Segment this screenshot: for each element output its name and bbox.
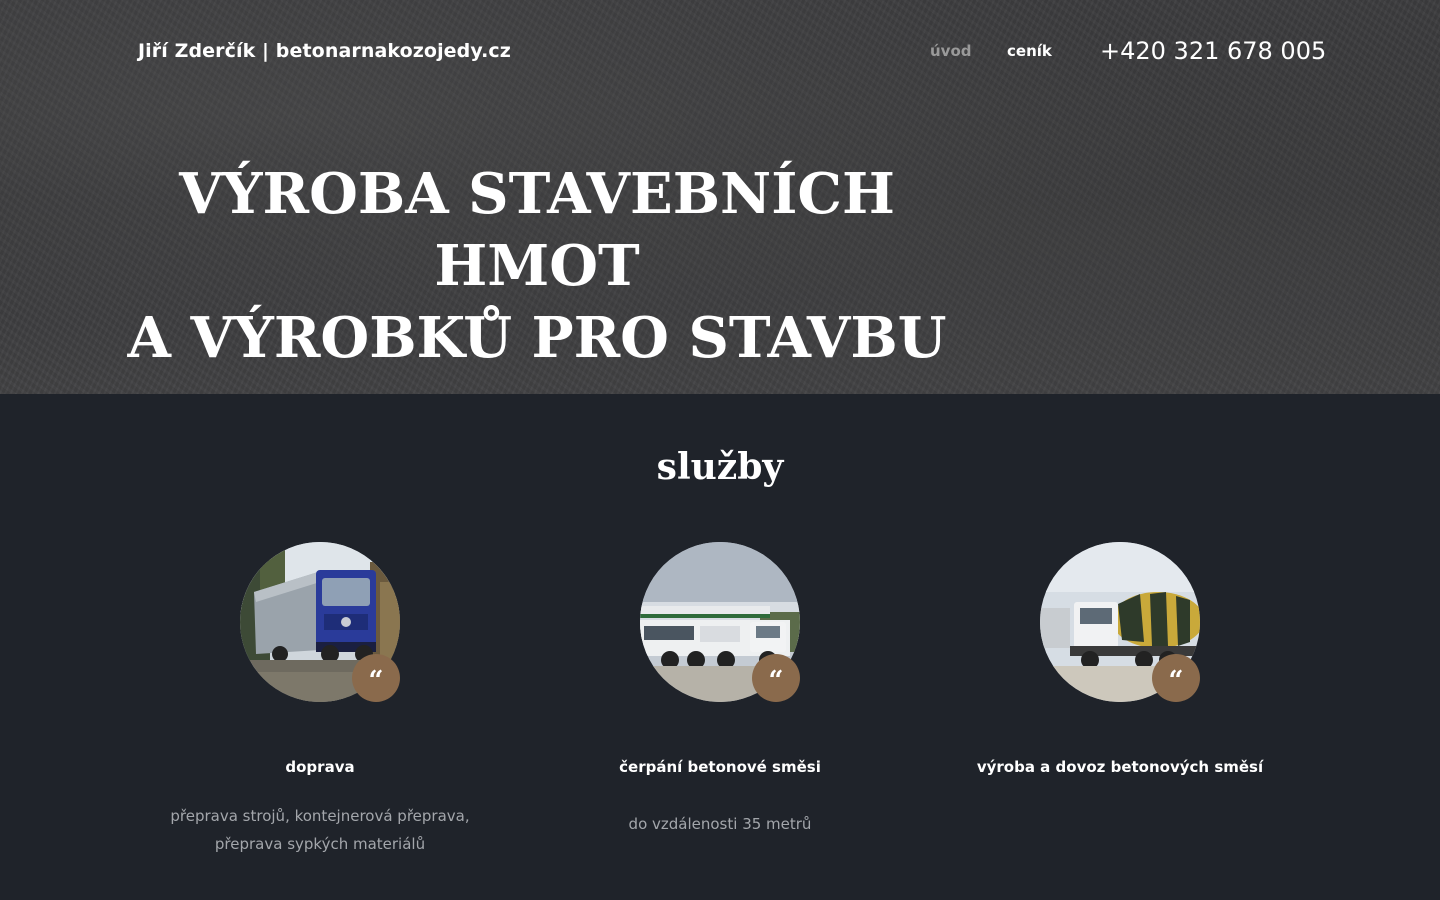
service-title: doprava bbox=[285, 758, 355, 776]
nav-item-uvod[interactable]: úvod bbox=[930, 42, 972, 60]
service-description: přeprava strojů, kontejnerová přeprava, … bbox=[170, 807, 470, 853]
service-description: do vzdálenosti 35 metrů bbox=[628, 815, 812, 833]
phone-number[interactable]: +420 321 678 005 bbox=[1100, 37, 1326, 65]
hero-section: Jiří Zderčík | betonarnakozojedy.cz úvod… bbox=[0, 0, 1440, 394]
quote-icon: “ bbox=[352, 654, 400, 702]
quote-icon: “ bbox=[752, 654, 800, 702]
service-title: výroba a dovoz betonových směsí bbox=[976, 758, 1264, 776]
hero-title-line-2: A VÝROBKŮ PRO STAVBU bbox=[127, 305, 947, 371]
service-title: čerpání betonové směsi bbox=[619, 758, 821, 776]
quote-icon: “ bbox=[1152, 654, 1200, 702]
nav-item-cenik[interactable]: ceník bbox=[1007, 42, 1052, 60]
service-card-cerpani: “ čerpání betonové směsi do vzdálenosti … bbox=[520, 542, 920, 882]
hero-title: VÝROBA STAVEBNÍCH HMOT A VÝROBKŮ PRO STA… bbox=[120, 158, 954, 374]
hero-title-line-1: VÝROBA STAVEBNÍCH HMOT bbox=[179, 161, 895, 299]
section-title: služby bbox=[656, 446, 784, 488]
service-card-doprava: “ doprava přeprava strojů, kontejnerová … bbox=[120, 542, 520, 882]
service-card-vyroba: “ výroba a dovoz betonových směsí bbox=[920, 542, 1320, 882]
services-section: služby “ doprava přeprava strojů, kontej… bbox=[0, 394, 1440, 900]
